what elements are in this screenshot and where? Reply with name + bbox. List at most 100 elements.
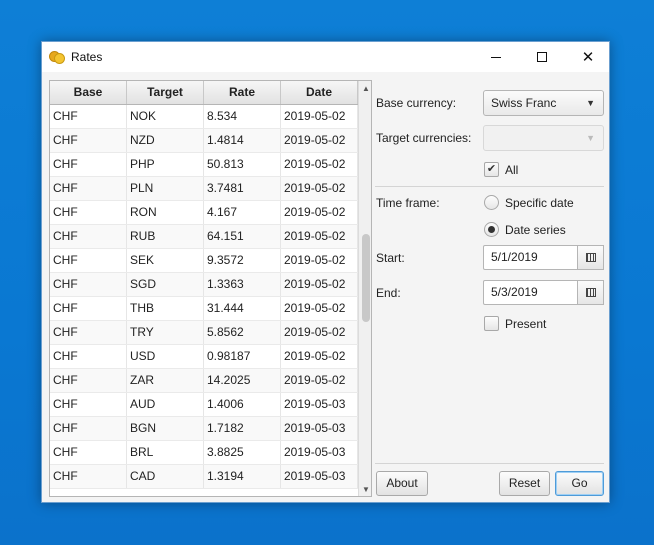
cell-base: CHF xyxy=(50,177,127,200)
table-row[interactable]: CHF RUB 64.151 2019-05-02 xyxy=(50,225,358,249)
cell-date: 2019-05-03 xyxy=(281,393,358,416)
cell-base: CHF xyxy=(50,249,127,272)
cell-rate: 5.8562 xyxy=(204,321,281,344)
cell-date: 2019-05-02 xyxy=(281,105,358,128)
minimize-button[interactable] xyxy=(473,42,519,72)
cell-date: 2019-05-02 xyxy=(281,153,358,176)
target-currencies-label: Target currencies: xyxy=(376,131,472,145)
maximize-icon xyxy=(537,52,547,62)
chevron-down-icon: ▼ xyxy=(586,133,595,143)
table-row[interactable]: CHF NOK 8.534 2019-05-02 xyxy=(50,105,358,129)
calendar-icon xyxy=(585,253,596,262)
cell-date: 2019-05-02 xyxy=(281,345,358,368)
table-row[interactable]: CHF RON 4.167 2019-05-02 xyxy=(50,201,358,225)
cell-target: PLN xyxy=(127,177,204,200)
base-currency-select[interactable]: Swiss Franc ▼ xyxy=(483,90,604,116)
table-row[interactable]: CHF BRL 3.8825 2019-05-03 xyxy=(50,441,358,465)
cell-target: THB xyxy=(127,297,204,320)
base-currency-label: Base currency: xyxy=(376,96,457,110)
column-header-rate[interactable]: Rate xyxy=(204,81,281,104)
minimize-icon xyxy=(491,56,501,58)
cell-target: ZAR xyxy=(127,369,204,392)
options-panel: Base currency: Swiss Franc ▼ Target curr… xyxy=(375,80,605,497)
chevron-down-icon: ▼ xyxy=(586,98,595,108)
end-label: End: xyxy=(376,286,401,300)
cell-date: 2019-05-02 xyxy=(281,297,358,320)
close-button[interactable]: ✕ xyxy=(565,42,611,72)
table-row[interactable]: CHF PLN 3.7481 2019-05-02 xyxy=(50,177,358,201)
cell-rate: 1.4814 xyxy=(204,129,281,152)
column-header-target[interactable]: Target xyxy=(127,81,204,104)
rates-window: Rates ✕ Base Target Rate Date CHF NOK 8.53… xyxy=(41,41,610,503)
cell-rate: 8.534 xyxy=(204,105,281,128)
scroll-down-icon[interactable]: ▼ xyxy=(359,482,371,496)
cell-target: RON xyxy=(127,201,204,224)
table-header: Base Target Rate Date xyxy=(50,81,358,105)
table-row[interactable]: CHF ZAR 14.2025 2019-05-02 xyxy=(50,369,358,393)
table-row[interactable]: CHF TRY 5.8562 2019-05-02 xyxy=(50,321,358,345)
cell-base: CHF xyxy=(50,105,127,128)
scroll-up-icon[interactable]: ▲ xyxy=(359,81,371,95)
cell-target: NZD xyxy=(127,129,204,152)
table-row[interactable]: CHF USD 0.98187 2019-05-02 xyxy=(50,345,358,369)
start-date-input[interactable]: 5/1/2019 xyxy=(483,245,578,270)
cell-base: CHF xyxy=(50,201,127,224)
all-label[interactable]: All xyxy=(505,163,518,177)
cell-target: CAD xyxy=(127,465,204,488)
cell-rate: 31.444 xyxy=(204,297,281,320)
time-frame-label: Time frame: xyxy=(376,196,440,210)
cell-date: 2019-05-02 xyxy=(281,201,358,224)
date-series-radio[interactable] xyxy=(484,222,499,237)
date-series-label[interactable]: Date series xyxy=(505,223,566,237)
cell-rate: 1.3194 xyxy=(204,465,281,488)
table-row[interactable]: CHF BGN 1.7182 2019-05-03 xyxy=(50,417,358,441)
cell-target: USD xyxy=(127,345,204,368)
all-checkbox[interactable]: ✔ xyxy=(484,162,499,177)
cell-date: 2019-05-03 xyxy=(281,417,358,440)
about-button[interactable]: About xyxy=(376,471,428,496)
table-row[interactable]: CHF PHP 50.813 2019-05-02 xyxy=(50,153,358,177)
cell-rate: 14.2025 xyxy=(204,369,281,392)
go-button[interactable]: Go xyxy=(555,471,604,496)
table-row[interactable]: CHF AUD 1.4006 2019-05-03 xyxy=(50,393,358,417)
rates-table[interactable]: Base Target Rate Date CHF NOK 8.534 2019-05… xyxy=(49,80,372,497)
cell-rate: 64.151 xyxy=(204,225,281,248)
cell-base: CHF xyxy=(50,441,127,464)
specific-date-label[interactable]: Specific date xyxy=(505,196,574,210)
column-header-base[interactable]: Base xyxy=(50,81,127,104)
table-row[interactable]: CHF SEK 9.3572 2019-05-02 xyxy=(50,249,358,273)
column-header-date[interactable]: Date xyxy=(281,81,358,104)
maximize-button[interactable] xyxy=(519,42,565,72)
start-label: Start: xyxy=(376,251,405,265)
target-currencies-select[interactable]: ▼ xyxy=(483,125,604,151)
cell-rate: 3.8825 xyxy=(204,441,281,464)
end-date-input[interactable]: 5/3/2019 xyxy=(483,280,578,305)
table-row[interactable]: CHF SGD 1.3363 2019-05-02 xyxy=(50,273,358,297)
window-title: Rates xyxy=(71,50,103,64)
table-row[interactable]: CHF CAD 1.3194 2019-05-03 xyxy=(50,465,358,489)
cell-base: CHF xyxy=(50,369,127,392)
cell-base: CHF xyxy=(50,225,127,248)
cell-target: NOK xyxy=(127,105,204,128)
cell-target: BRL xyxy=(127,441,204,464)
table-row[interactable]: CHF NZD 1.4814 2019-05-02 xyxy=(50,129,358,153)
reset-button[interactable]: Reset xyxy=(499,471,550,496)
table-scrollbar[interactable]: ▲ ▼ xyxy=(358,81,371,496)
calendar-icon xyxy=(585,288,596,297)
cell-base: CHF xyxy=(50,153,127,176)
scrollbar-thumb[interactable] xyxy=(362,234,370,322)
start-date-picker-button[interactable] xyxy=(578,245,604,270)
cell-rate: 4.167 xyxy=(204,201,281,224)
table-row[interactable]: CHF THB 31.444 2019-05-02 xyxy=(50,297,358,321)
cell-rate: 50.813 xyxy=(204,153,281,176)
cell-date: 2019-05-03 xyxy=(281,441,358,464)
present-checkbox[interactable] xyxy=(484,316,499,331)
coins-icon xyxy=(49,49,65,65)
specific-date-radio[interactable] xyxy=(484,195,499,210)
cell-target: SEK xyxy=(127,249,204,272)
end-date-picker-button[interactable] xyxy=(578,280,604,305)
cell-base: CHF xyxy=(50,321,127,344)
cell-target: RUB xyxy=(127,225,204,248)
present-label[interactable]: Present xyxy=(505,317,546,331)
end-date-value: 5/3/2019 xyxy=(491,285,538,299)
